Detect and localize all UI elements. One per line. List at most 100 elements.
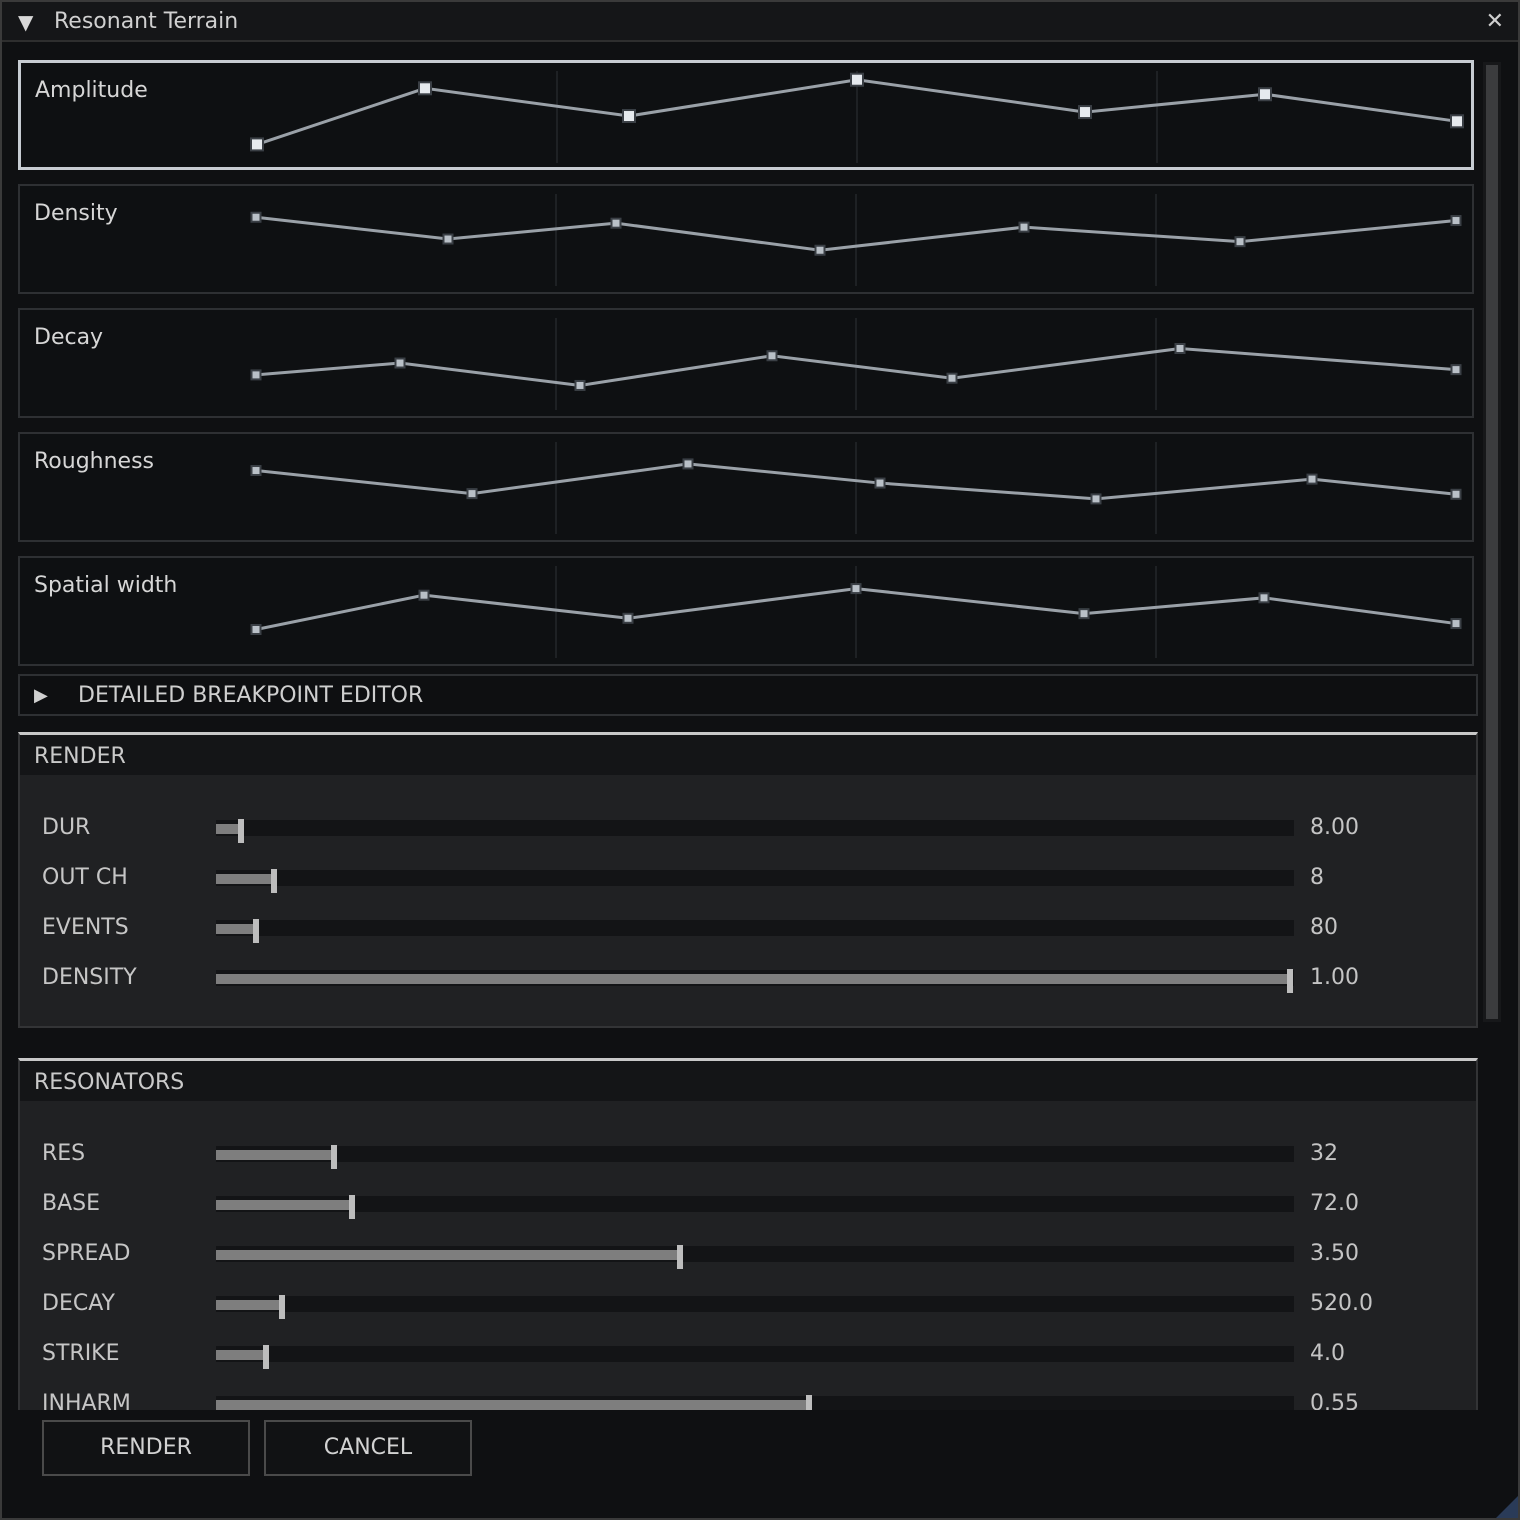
slider-fill — [216, 1150, 334, 1160]
envelope-graph[interactable] — [20, 434, 1472, 540]
breakpoint-handle[interactable] — [466, 488, 478, 500]
breakpoint-handle[interactable] — [418, 81, 432, 96]
breakpoint-handle[interactable] — [250, 211, 262, 223]
slider-label: EVENTS — [42, 915, 129, 940]
slider-track[interactable] — [216, 1195, 1294, 1219]
dialog-window: ▼ Resonant Terrain ✕ Amplitude Density Dec… — [0, 0, 1520, 1520]
slider-row-decay: DECAY 520.0 — [20, 1284, 1476, 1324]
cancel-button[interactable]: CANCEL — [264, 1420, 472, 1476]
slider-handle[interactable] — [252, 919, 259, 943]
slider-row-out-ch: OUT CH 8 — [20, 858, 1476, 898]
envelope-panel-spatial-width[interactable]: Spatial width — [18, 556, 1474, 666]
title-bar[interactable]: ▼ Resonant Terrain ✕ — [2, 2, 1518, 42]
slider-label: STRIKE — [42, 1341, 120, 1366]
breakpoint-handle[interactable] — [1234, 236, 1246, 248]
render-section-title: RENDER — [34, 744, 126, 769]
breakpoint-handle[interactable] — [250, 137, 264, 152]
slider-label: DUR — [42, 815, 91, 840]
envelope-graph[interactable] — [20, 310, 1472, 416]
collapse-arrow-icon[interactable]: ▼ — [18, 8, 33, 36]
envelope-graph[interactable] — [20, 186, 1472, 292]
breakpoint-handle[interactable] — [1090, 493, 1102, 505]
breakpoint-handle[interactable] — [1078, 105, 1092, 120]
breakpoint-handle[interactable] — [442, 233, 454, 245]
breakpoint-handle[interactable] — [394, 357, 406, 369]
envelope-panel-decay[interactable]: Decay — [18, 308, 1474, 418]
slider-label: DECAY — [42, 1291, 115, 1316]
expand-arrow-icon: ▶ — [34, 685, 48, 706]
slider-handle[interactable] — [330, 1145, 337, 1169]
slider-value: 8.00 — [1310, 815, 1359, 840]
breakpoint-handle[interactable] — [682, 458, 694, 470]
breakpoint-handle[interactable] — [622, 109, 636, 124]
breakpoint-handle[interactable] — [610, 217, 622, 229]
breakpoint-handle[interactable] — [850, 583, 862, 595]
slider-track[interactable] — [216, 869, 1294, 893]
slider-handle[interactable] — [237, 819, 244, 843]
breakpoint-handle[interactable] — [766, 350, 778, 362]
envelope-panel-density[interactable]: Density — [18, 184, 1474, 294]
breakpoint-handle[interactable] — [574, 379, 586, 391]
scrollbar-thumb[interactable] — [1486, 65, 1498, 1019]
resonators-section-title: RESONATORS — [34, 1070, 185, 1095]
breakpoint-handle[interactable] — [1174, 343, 1186, 354]
footer-bar: RENDER CANCEL — [4, 1410, 1518, 1518]
breakpoint-handle[interactable] — [250, 369, 262, 381]
slider-label: RES — [42, 1141, 86, 1166]
resize-grip-icon[interactable] — [1496, 1496, 1518, 1518]
slider-fill — [216, 1250, 680, 1260]
breakpoint-handle[interactable] — [622, 612, 634, 624]
envelope-panel-roughness[interactable]: Roughness — [18, 432, 1474, 542]
slider-handle[interactable] — [1286, 969, 1293, 993]
breakpoint-editor-toggle[interactable]: ▶ DETAILED BREAKPOINT EDITOR — [18, 674, 1478, 716]
breakpoint-handle[interactable] — [418, 589, 430, 601]
scrollbar[interactable] — [1483, 62, 1501, 1022]
breakpoint-handle[interactable] — [1018, 221, 1030, 233]
slider-handle[interactable] — [271, 869, 278, 893]
breakpoint-handle[interactable] — [250, 624, 262, 635]
render-button[interactable]: RENDER — [42, 1420, 250, 1476]
render-section-header: RENDER — [20, 735, 1476, 775]
slider-track[interactable] — [216, 919, 1294, 943]
breakpoint-handle[interactable] — [1306, 473, 1318, 485]
slider-handle[interactable] — [262, 1345, 269, 1369]
breakpoint-handle[interactable] — [814, 244, 826, 256]
slider-row-strike: STRIKE 4.0 — [20, 1334, 1476, 1374]
breakpoint-handle[interactable] — [874, 477, 886, 489]
breakpoint-handle[interactable] — [1450, 618, 1462, 630]
envelope-graph[interactable] — [21, 63, 1473, 169]
slider-handle[interactable] — [278, 1295, 285, 1319]
slider-track[interactable] — [216, 819, 1294, 843]
breakpoint-handle[interactable] — [1450, 488, 1462, 500]
breakpoint-handle[interactable] — [250, 465, 262, 477]
slider-track[interactable] — [216, 969, 1294, 993]
slider-track[interactable] — [216, 1245, 1294, 1269]
breakpoint-handle[interactable] — [1450, 364, 1462, 376]
breakpoint-handle[interactable] — [1258, 87, 1272, 102]
breakpoint-editor-label: DETAILED BREAKPOINT EDITOR — [78, 683, 424, 708]
slider-fill — [216, 924, 256, 934]
slider-handle[interactable] — [676, 1245, 683, 1269]
resonators-section-header: RESONATORS — [20, 1061, 1476, 1101]
slider-value: 4.0 — [1310, 1341, 1345, 1366]
breakpoint-handle[interactable] — [946, 372, 958, 384]
breakpoint-handle[interactable] — [1258, 592, 1270, 604]
breakpoint-handle[interactable] — [1450, 215, 1462, 227]
envelope-panel-amplitude[interactable]: Amplitude — [18, 60, 1474, 170]
slider-track[interactable] — [216, 1145, 1294, 1169]
slider-value: 520.0 — [1310, 1291, 1373, 1316]
slider-handle[interactable] — [348, 1195, 355, 1219]
breakpoint-handle[interactable] — [1078, 608, 1090, 620]
slider-label: OUT CH — [42, 865, 128, 890]
window-title: Resonant Terrain — [54, 9, 239, 34]
envelope-graph[interactable] — [20, 558, 1472, 664]
close-icon[interactable]: ✕ — [1486, 8, 1504, 36]
slider-fill — [216, 874, 275, 884]
slider-track[interactable] — [216, 1345, 1294, 1369]
slider-label: SPREAD — [42, 1241, 131, 1266]
slider-value: 80 — [1310, 915, 1338, 940]
breakpoint-handle[interactable] — [850, 72, 864, 87]
resonators-section: RESONATORS RES 32 BASE 72.0 SPREAD 3.50 DECAY 5… — [18, 1058, 1478, 1419]
breakpoint-handle[interactable] — [1450, 114, 1464, 129]
slider-track[interactable] — [216, 1295, 1294, 1319]
